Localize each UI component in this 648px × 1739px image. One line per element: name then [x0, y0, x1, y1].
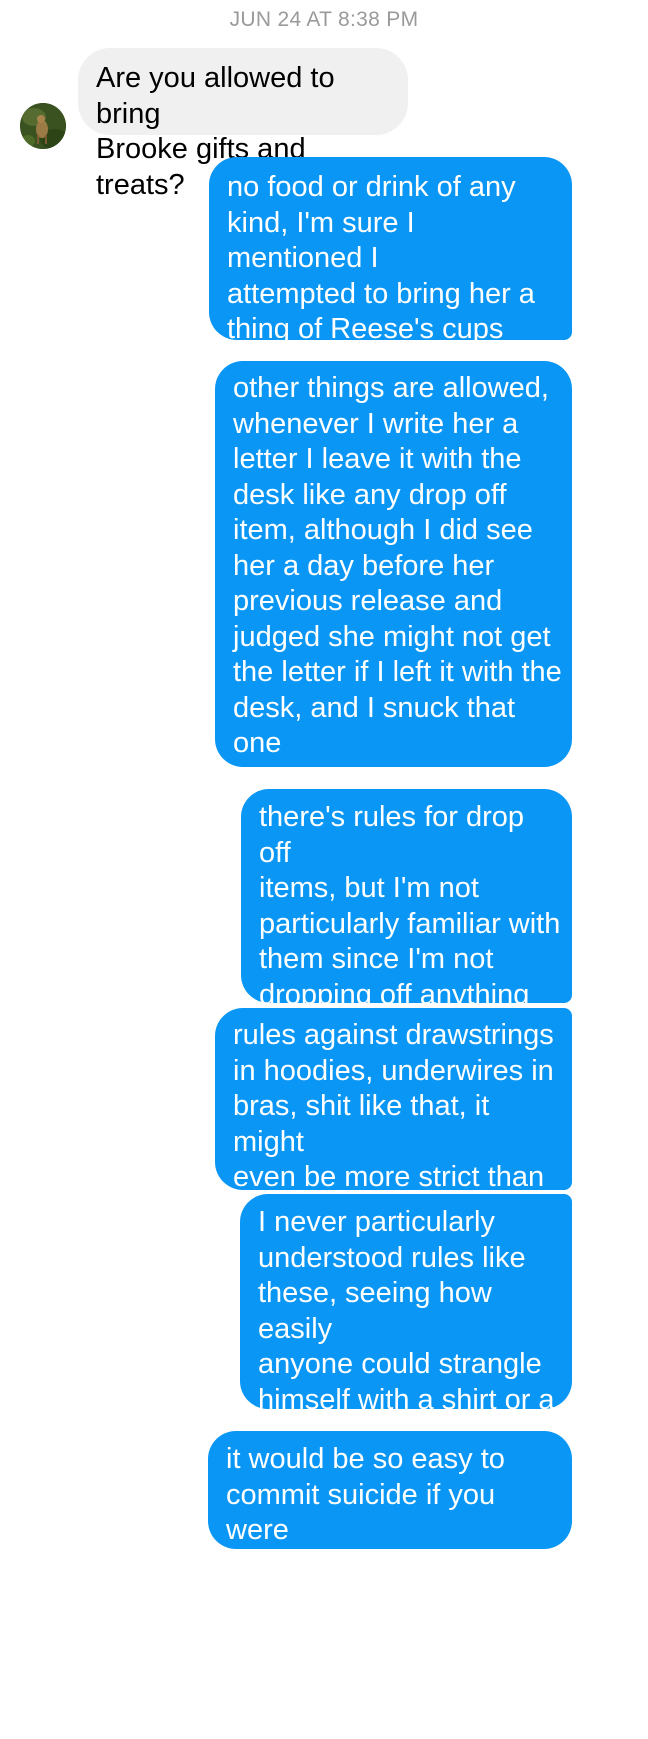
- message-bubble-outgoing[interactable]: I never particularly understood rules li…: [240, 1194, 572, 1451]
- message-bubble-outgoing[interactable]: rules against drawstrings in hoodies, un…: [215, 1008, 572, 1229]
- message-bubble-outgoing[interactable]: it would be so easy to commit suicide if…: [208, 1431, 572, 1582]
- message-timestamp: JUN 24 AT 8:38 PM: [229, 8, 419, 31]
- message-bubble-outgoing[interactable]: no food or drink of any kind, I'm sure I…: [209, 157, 572, 416]
- message-bubble-incoming[interactable]: Are you allowed to bring Brooke gifts an…: [78, 48, 408, 201]
- contact-avatar-icon[interactable]: [20, 103, 66, 149]
- message-bubble-outgoing[interactable]: other things are allowed, whenever I wri…: [215, 361, 572, 830]
- message-bubble-outgoing[interactable]: there's rules for drop off items, but I'…: [241, 789, 572, 1046]
